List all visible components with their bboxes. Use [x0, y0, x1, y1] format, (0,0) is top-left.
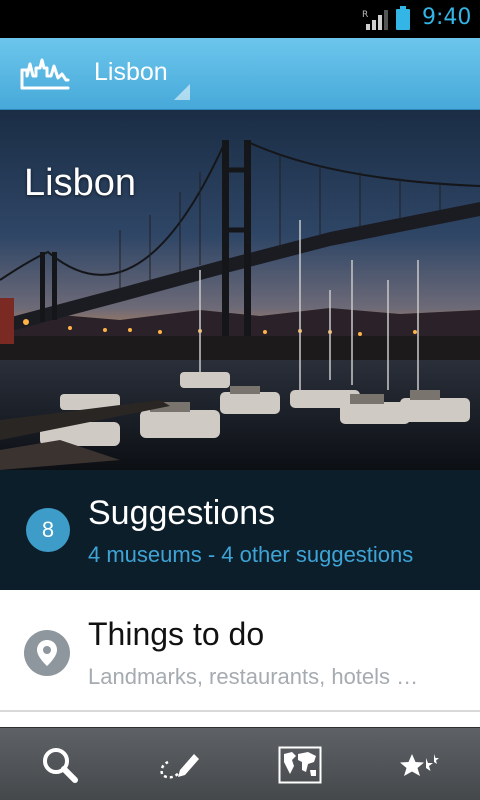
suggestions-title: Suggestions	[88, 494, 276, 532]
things-to-do-title: Things to do	[88, 616, 265, 652]
city-spinner[interactable]: Lisbon	[86, 38, 196, 110]
city-spinner-label: Lisbon	[94, 58, 168, 86]
bottom-nav	[0, 727, 480, 800]
spinner-arrow-icon	[174, 84, 190, 100]
nav-world-map[interactable]	[240, 728, 360, 800]
city-skyline-logo-icon[interactable]	[20, 56, 70, 92]
nav-edit-trip[interactable]	[120, 728, 240, 800]
suggestions-count-badge: 8	[26, 508, 70, 552]
edit-trip-icon	[160, 753, 199, 779]
screen: R 9:40 Lisbon Lisbon 8 Suggestions 4 mus…	[0, 0, 480, 800]
clock: 9:40	[422, 5, 472, 30]
signal-roaming-icon: R	[362, 10, 388, 30]
battery-icon	[396, 6, 410, 30]
hero-image: Lisbon	[0, 110, 480, 470]
suggestions-panel[interactable]: 8 Suggestions 4 museums - 4 other sugges…	[0, 470, 480, 590]
things-to-do-row[interactable]: Things to do Landmarks, restaurants, hot…	[0, 590, 480, 712]
search-icon	[43, 747, 78, 783]
favorites-stars-icon	[400, 753, 439, 776]
nav-search[interactable]	[0, 728, 120, 800]
map-pin-icon	[24, 630, 70, 676]
svg-text:R: R	[362, 10, 368, 20]
nav-favorites[interactable]	[360, 728, 480, 800]
things-to-do-subtitle: Landmarks, restaurants, hotels …	[88, 664, 419, 689]
world-map-icon	[278, 746, 322, 783]
action-bar: Lisbon	[0, 38, 480, 110]
hero-title: Lisbon	[24, 162, 136, 204]
suggestions-subtitle: 4 museums - 4 other suggestions	[88, 542, 414, 567]
status-bar: R 9:40	[0, 0, 480, 38]
